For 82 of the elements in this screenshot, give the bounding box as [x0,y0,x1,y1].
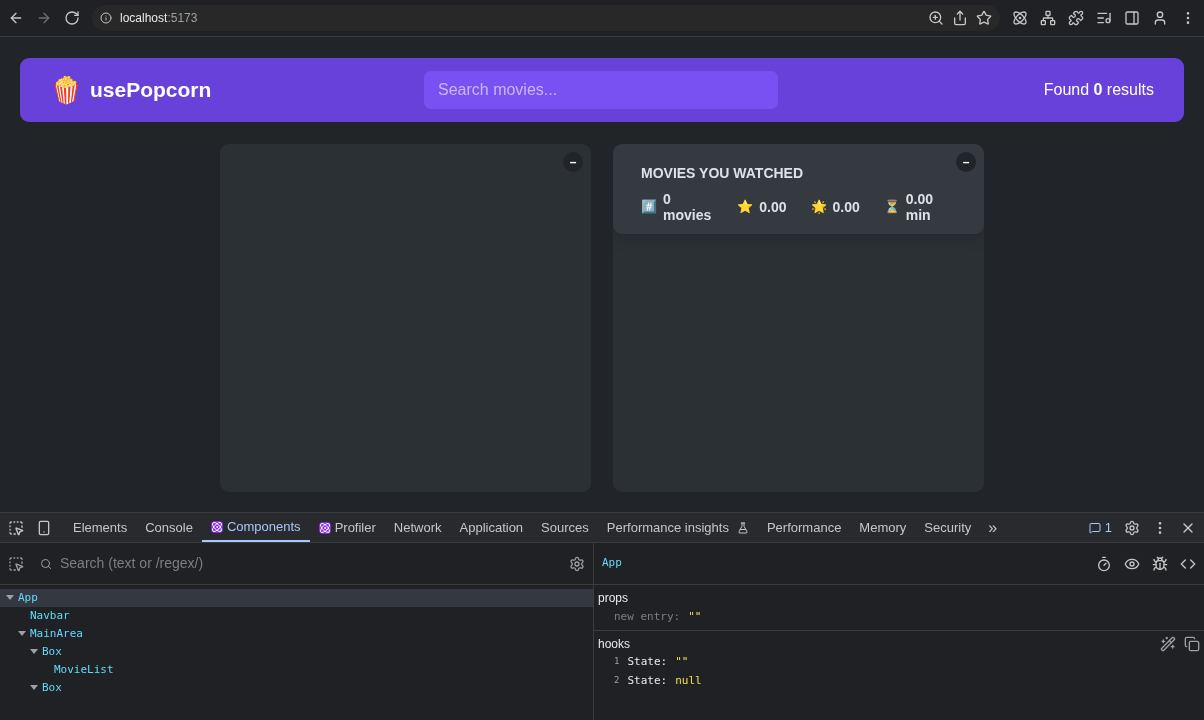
search-field[interactable]: Search movies... [424,71,778,109]
tree-row[interactable]: Box [0,643,593,661]
search-icon [40,557,52,570]
expand-arrow-icon[interactable] [18,631,26,637]
stat-value: 0.00 min [905,191,934,223]
hook-key: State: [627,653,668,671]
component-name: Navbar [30,607,70,624]
devtools-tab[interactable]: Elements [64,513,137,542]
tree-row[interactable]: Navbar [0,607,593,625]
devtools-tab[interactable]: Profiler [309,513,385,542]
address-bar[interactable]: localhost:5173 [92,5,1000,31]
url-text: localhost:5173 [120,10,198,27]
component-search-field[interactable]: Search (text or /regex/) [60,553,561,574]
expand-arrow-icon[interactable] [6,595,14,601]
inspect-icon[interactable] [8,519,24,536]
device-icon[interactable] [36,519,52,536]
stat-emoji-icon: 🌟 [810,197,827,217]
forward-icon[interactable] [36,10,52,26]
react-icon [210,520,223,533]
react-extension-icon[interactable] [1012,10,1028,26]
tree-row[interactable]: MovieList [0,661,593,679]
app-title: usePopcorn [90,77,212,104]
flask-icon [736,521,749,534]
prop-key: new entry: [614,610,681,623]
stat-emoji-icon: #⃣ [641,197,657,217]
stat-value: 0.00 [759,199,787,215]
devtools-tab[interactable]: Memory [850,513,916,542]
settings-icon[interactable] [569,555,585,572]
popcorn-logo: 🍿 [50,73,82,107]
devtools-tab[interactable]: Application [450,513,533,542]
prop-value[interactable]: "" [688,610,702,623]
tree-row[interactable]: Box [0,679,593,697]
collapse-button[interactable]: – [563,152,583,172]
section-title: hooks [598,635,632,653]
select-element-icon[interactable] [8,555,24,572]
profile-icon[interactable] [1152,10,1168,26]
wand-icon[interactable] [1160,635,1176,652]
puzzle-icon[interactable] [1068,10,1084,26]
component-name: MovieList [54,661,114,678]
devtools-tab[interactable]: Performance [757,513,851,542]
zoom-icon[interactable] [928,10,944,26]
component-name: Box [42,679,62,696]
stat-emoji-icon: ⏳ [883,197,900,217]
section-title: props [598,590,630,607]
issues-badge[interactable]: 1 [1088,517,1112,538]
component-name: Box [42,643,62,660]
back-icon[interactable] [8,10,24,26]
expand-arrow-icon[interactable] [30,685,38,691]
media-icon[interactable] [1096,10,1112,26]
settings-icon[interactable] [1124,519,1140,536]
expand-arrow-icon[interactable] [30,649,38,655]
component-name: MainArea [30,625,83,642]
hook-index: 2 [614,674,620,688]
timer-icon[interactable] [1096,555,1112,572]
selected-component-name: App [602,555,623,572]
copy-icon[interactable] [1184,635,1200,652]
hook-value[interactable]: "" [675,653,689,671]
devtools-tab[interactable]: Network [384,513,451,542]
tree-row[interactable]: App [0,589,593,607]
reload-icon[interactable] [64,10,80,26]
results-count: Found 0 results [1043,80,1154,100]
stat-emoji-icon: ⭐ [737,197,754,217]
devtools-tab[interactable]: Console [136,513,202,542]
hook-key: State: [627,672,668,690]
stat-value: 0.00 [832,199,860,215]
devtools-tab[interactable]: Components [201,513,310,542]
bookmark-star-icon[interactable] [976,10,992,26]
side-panel-icon[interactable] [1124,10,1140,26]
summary-heading: MOVIES YOU WATCHED [641,164,805,183]
share-icon[interactable] [952,10,968,26]
react-icon [318,521,331,534]
component-name: App [18,589,38,606]
devtools-tab[interactable]: Sources [532,513,598,542]
hook-index: 1 [614,655,620,669]
devtools-tab[interactable]: Security [915,513,981,542]
stat-value: 0 movies [663,191,713,223]
more-tabs-button[interactable]: » [980,515,1006,540]
tree-row[interactable]: MainArea [0,625,593,643]
info-icon[interactable] [100,12,112,24]
devtools-tab[interactable]: Performance insights [597,513,758,542]
hook-value[interactable]: null [675,672,702,690]
bug-icon[interactable] [1152,555,1168,572]
